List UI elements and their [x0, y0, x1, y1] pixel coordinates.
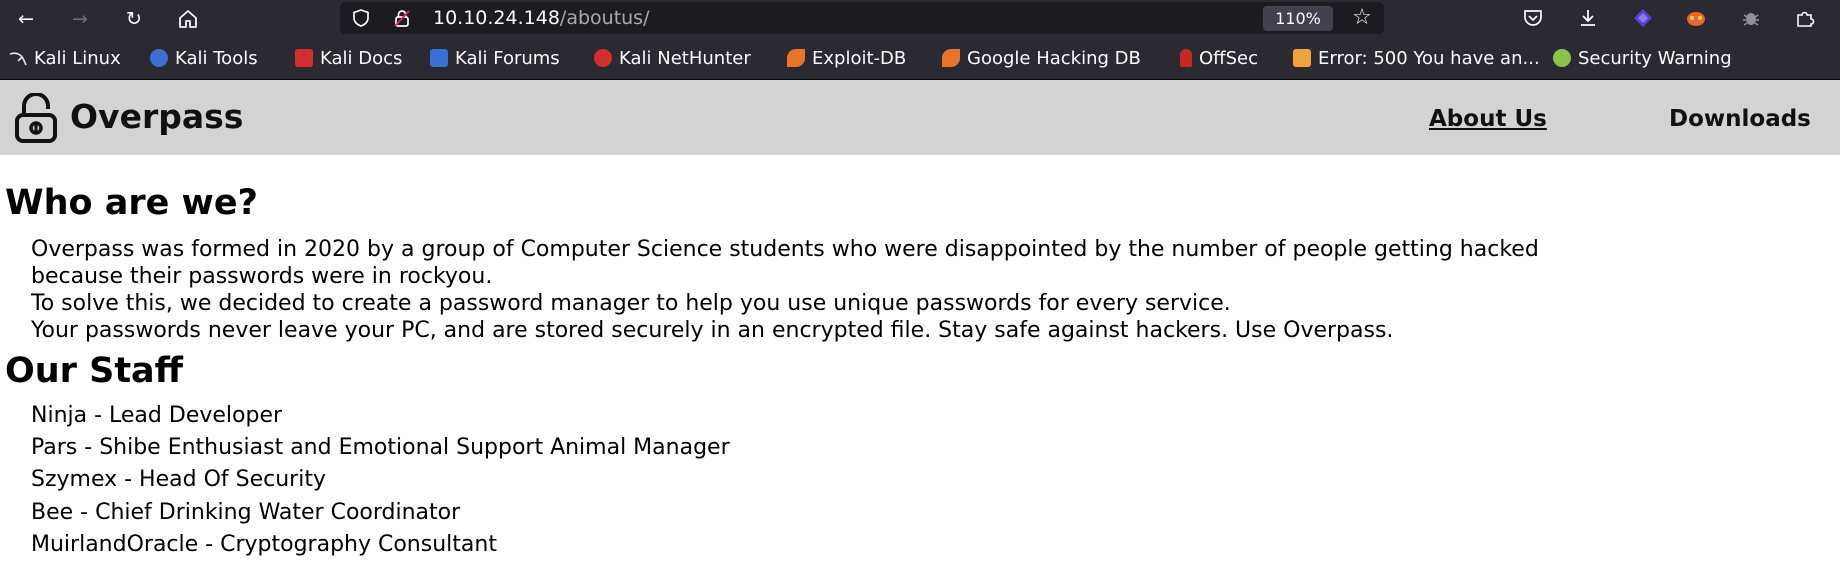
bookmark-error-500[interactable]: Error: 500 You have an... [1293, 47, 1540, 69]
url-bar[interactable]: 10.10.24.148/aboutus/ 110% ☆ [340, 2, 1384, 34]
bookmark-exploit-db[interactable]: Exploit-DB [787, 47, 906, 69]
reload-icon[interactable]: ↻ [118, 3, 150, 35]
bookmark-kali-tools[interactable]: Kali Tools [150, 47, 258, 69]
bookmark-offsec[interactable]: OffSec [1180, 47, 1258, 69]
bookmark-label: Kali NetHunter [619, 47, 751, 69]
foxyproxy-icon[interactable] [1683, 5, 1709, 31]
back-arrow-icon[interactable]: ← [10, 3, 42, 35]
security-warning-icon [1553, 49, 1571, 67]
about-paragraph-line: To solve this, we decided to create a pa… [31, 291, 1231, 316]
bookmark-label: Error: 500 You have an... [1318, 47, 1540, 69]
bookmarks-toolbar: Kali Linux Kali Tools Kali Docs Kali For… [0, 37, 1840, 80]
kali-docs-icon [295, 49, 313, 67]
staff-list-item: Pars - Shibe Enthusiast and Emotional Su… [31, 435, 730, 460]
bookmark-kali-forums[interactable]: Kali Forums [430, 47, 560, 69]
bookmark-label: Kali Tools [175, 47, 258, 69]
ghdb-icon [942, 49, 960, 67]
bookmark-label: Exploit-DB [812, 47, 907, 69]
tracking-protection-icon[interactable] [351, 8, 371, 28]
exploit-db-icon [787, 49, 805, 67]
bookmark-label: Google Hacking DB [967, 47, 1141, 69]
bookmark-security-warning[interactable]: Security Warning [1553, 47, 1732, 69]
heading-our-staff: Our Staff [5, 351, 184, 391]
extensions-puzzle-icon[interactable] [1792, 5, 1818, 31]
extension-purple-icon[interactable] [1630, 5, 1656, 31]
extension-bug-icon[interactable] [1738, 5, 1764, 31]
bookmark-label: Kali Linux [34, 47, 121, 69]
bookmark-label: OffSec [1199, 47, 1258, 69]
bookmark-google-hacking-db[interactable]: Google Hacking DB [942, 47, 1141, 69]
bookmark-kali-nethunter[interactable]: Kali NetHunter [594, 47, 751, 69]
staff-list-item: Ninja - Lead Developer [31, 403, 283, 428]
bookmark-kali-linux[interactable]: Kali Linux [9, 47, 121, 69]
home-icon[interactable] [172, 3, 204, 35]
kali-nethunter-icon [594, 49, 612, 67]
offsec-icon [1180, 49, 1192, 67]
bookmark-label: Security Warning [1578, 47, 1732, 69]
bookmark-star-icon[interactable]: ☆ [1350, 6, 1374, 30]
url-text[interactable]: 10.10.24.148/aboutus/ [433, 7, 650, 29]
url-path: /aboutus/ [559, 7, 650, 29]
pocket-icon[interactable] [1520, 5, 1546, 31]
downloads-icon[interactable] [1575, 5, 1601, 31]
bookmark-label: Kali Docs [320, 47, 403, 69]
staff-list-item: MuirlandOracle - Cryptography Consultant [31, 532, 497, 557]
bookmark-kali-docs[interactable]: Kali Docs [295, 47, 402, 69]
staff-list-item: Bee - Chief Drinking Water Coordinator [31, 500, 461, 525]
joomla-icon [1293, 49, 1311, 67]
about-paragraph-line: because their passwords were in rockyou. [31, 264, 493, 289]
site-title[interactable]: Overpass [70, 97, 243, 136]
forward-arrow-icon[interactable]: → [64, 3, 96, 35]
staff-list-item: Szymex - Head Of Security [31, 467, 326, 492]
nav-downloads[interactable]: Downloads [1669, 106, 1811, 132]
zoom-level-button[interactable]: 110% [1263, 6, 1333, 31]
kali-forums-icon [430, 49, 448, 67]
site-header: Overpass About Us Downloads [0, 80, 1840, 155]
kali-tools-icon [150, 49, 168, 67]
browser-toolbar: ← → ↻ 10.10.24.148/aboutus/ 110% ☆ [0, 0, 1840, 37]
heading-who-are-we: Who are we? [5, 183, 258, 223]
about-paragraph-line: Overpass was formed in 2020 by a group o… [31, 237, 1539, 262]
bookmark-label: Kali Forums [455, 47, 560, 69]
url-host: 10.10.24.148 [433, 7, 560, 29]
padlock-logo-icon [15, 93, 57, 143]
nav-about-us[interactable]: About Us [1429, 106, 1547, 132]
kali-dragon-icon [9, 49, 27, 67]
insecure-lock-icon[interactable] [392, 8, 412, 28]
about-paragraph-line: Your passwords never leave your PC, and … [31, 318, 1394, 343]
